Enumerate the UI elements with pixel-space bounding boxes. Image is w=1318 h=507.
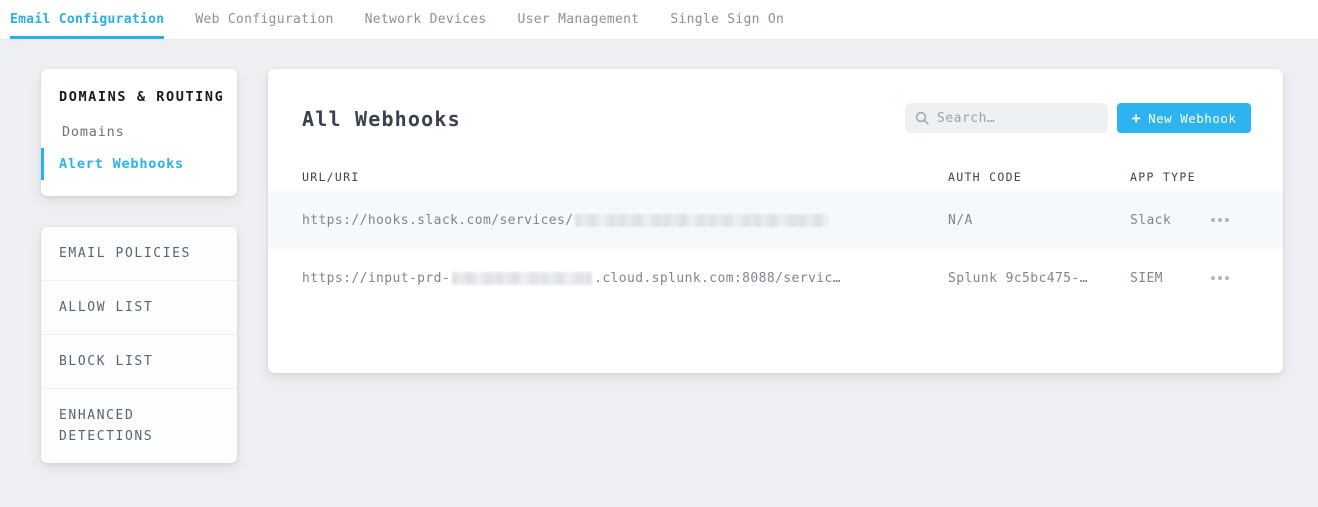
webhooks-table: URL/URI AUTH CODE APP TYPE https://hooks… xyxy=(268,163,1283,307)
sidebar-item-block-list[interactable]: BLOCK LIST xyxy=(41,335,237,389)
webhooks-panel: All Webhooks + New Webhook URL/URI AUTH … xyxy=(268,69,1283,373)
row-actions-button[interactable] xyxy=(1207,274,1233,282)
magnifier-icon xyxy=(915,111,929,125)
column-header-url: URL/URI xyxy=(302,170,948,184)
domains-routing-card: DOMAINS & ROUTING Domains Alert Webhooks xyxy=(41,69,237,196)
row-actions-button[interactable] xyxy=(1207,216,1233,224)
sidebar-item-alert-webhooks[interactable]: Alert Webhooks xyxy=(41,148,237,180)
tab-web-configuration[interactable]: Web Configuration xyxy=(195,0,333,39)
redacted-url-segment xyxy=(575,214,829,227)
webhook-url-cell: https://input-prd- .cloud.splunk.com:808… xyxy=(302,271,948,286)
sidebar-item-allow-list[interactable]: ALLOW LIST xyxy=(41,281,237,335)
auth-code-cell: N/A xyxy=(948,213,1130,228)
sidebar-item-domains[interactable]: Domains xyxy=(41,116,237,148)
ellipsis-icon xyxy=(1211,276,1229,280)
webhook-url-text: https://hooks.slack.com/services/ xyxy=(302,213,573,228)
webhook-url-text: https://input-prd- xyxy=(302,271,450,286)
tab-network-devices[interactable]: Network Devices xyxy=(365,0,487,39)
tab-single-sign-on[interactable]: Single Sign On xyxy=(670,0,784,39)
plus-icon: + xyxy=(1132,111,1142,126)
redacted-url-segment xyxy=(452,272,592,285)
tab-email-configuration[interactable]: Email Configuration xyxy=(10,0,164,39)
sidebar-sections-card: EMAIL POLICIES ALLOW LIST BLOCK LIST ENH… xyxy=(41,227,237,463)
table-header-row: URL/URI AUTH CODE APP TYPE xyxy=(268,163,1283,191)
tab-user-management[interactable]: User Management xyxy=(517,0,639,39)
new-webhook-button[interactable]: + New Webhook xyxy=(1117,103,1251,133)
webhook-url-text-after: .cloud.splunk.com:8088/servic… xyxy=(594,271,841,286)
table-row: https://hooks.slack.com/services/ N/A Sl… xyxy=(268,191,1283,249)
column-header-auth-code: AUTH CODE xyxy=(948,170,1130,184)
page-title: All Webhooks xyxy=(302,107,461,131)
new-webhook-button-label: New Webhook xyxy=(1148,111,1236,126)
search-input[interactable] xyxy=(937,111,1098,126)
column-header-app-type: APP TYPE xyxy=(1130,170,1207,184)
top-nav: Email Configuration Web Configuration Ne… xyxy=(0,0,1318,40)
webhook-url-cell: https://hooks.slack.com/services/ xyxy=(302,213,948,228)
app-type-cell: Slack xyxy=(1130,213,1207,228)
sidebar-item-enhanced-detections[interactable]: ENHANCED DETECTIONS xyxy=(41,389,237,463)
search-box xyxy=(905,103,1108,133)
domains-routing-title: DOMAINS & ROUTING xyxy=(59,89,219,106)
app-type-cell: SIEM xyxy=(1130,271,1207,286)
auth-code-cell: Splunk 9c5bc475-… xyxy=(948,271,1130,286)
table-row: https://input-prd- .cloud.splunk.com:808… xyxy=(268,249,1283,307)
ellipsis-icon xyxy=(1211,218,1229,222)
sidebar-item-email-policies[interactable]: EMAIL POLICIES xyxy=(41,227,237,281)
